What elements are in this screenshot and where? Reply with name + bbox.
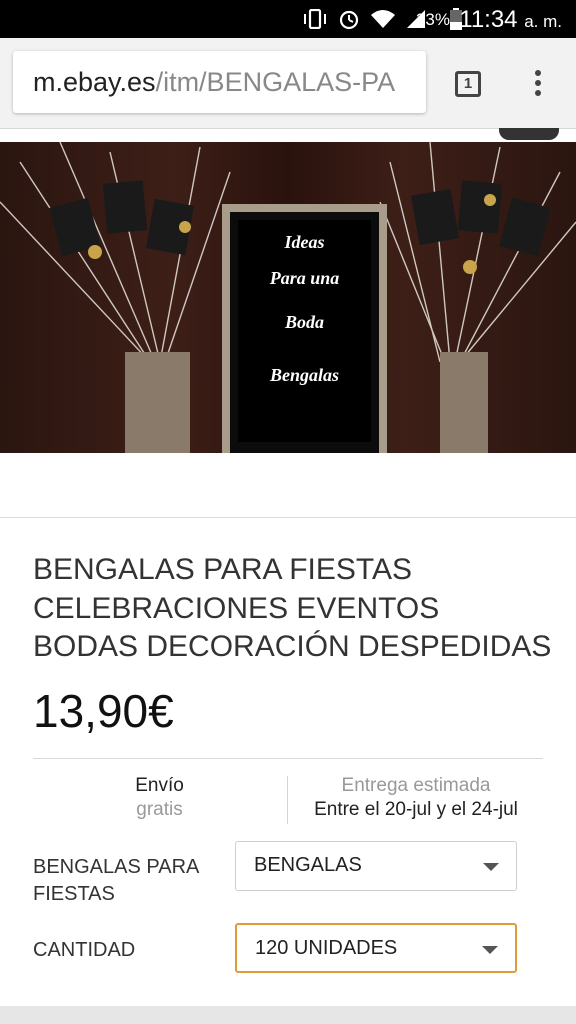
quantity-label: CANTIDAD	[33, 937, 135, 964]
status-icons	[302, 8, 426, 30]
section-divider	[0, 517, 576, 518]
url-text[interactable]: m.ebay.es/itm/BENGALAS-PA	[33, 67, 395, 98]
hero-line-1: Ideas	[284, 232, 325, 252]
quantity-select[interactable]: 120 UNIDADES	[235, 923, 517, 973]
chevron-down-icon	[483, 863, 499, 871]
hero-line-4: Bengalas	[269, 365, 339, 385]
tab-switcher-button[interactable]: 1	[455, 71, 481, 97]
quantity-selected-value: 120 UNIDADES	[255, 937, 398, 959]
hero-line-3: Boda	[284, 312, 324, 332]
clock: 11:34 a. m.	[459, 6, 562, 34]
shipping-value: gratis	[136, 799, 183, 820]
variant-select[interactable]: BENGALAS	[235, 841, 517, 891]
delivery-info: Entrega estimada Entre el 20-jul y el 24…	[288, 775, 544, 821]
chevron-down-icon	[482, 946, 498, 954]
variant-selected-value: BENGALAS	[254, 854, 362, 876]
status-bar: 33% 11:34 a. m.	[0, 0, 576, 38]
url-path: /itm/BENGALAS-PA	[155, 67, 396, 97]
image-gallery-tab	[499, 128, 559, 140]
product-price: 13,90€	[33, 685, 174, 737]
url-bar[interactable]: m.ebay.es/itm/BENGALAS-PA	[13, 51, 426, 113]
variant-label-line-2: FIESTAS	[33, 883, 115, 905]
shipping-info: Envío gratis	[33, 775, 286, 821]
quantity-label-line-1: CANTIDAD	[33, 939, 136, 961]
title-line-3: BODAS DECORACIÓN DESPEDIDAS	[33, 630, 552, 663]
shipping-label: Envío	[135, 775, 184, 796]
delivery-value: Entre el 20-jul y el 24-jul	[314, 799, 518, 820]
price-divider	[33, 758, 543, 759]
hero-line-2: Para una	[269, 268, 340, 288]
wifi-icon	[371, 10, 395, 28]
variant-label: BENGALAS PARA FIESTAS	[33, 854, 199, 908]
battery-percent: 33%	[415, 10, 450, 29]
overflow-menu-icon[interactable]	[528, 68, 548, 102]
delivery-label: Entrega estimada	[341, 775, 491, 796]
product-title: BENGALAS PARA FIESTAS CELEBRACIONES EVEN…	[33, 551, 553, 667]
clock-time: 11:34	[459, 6, 518, 33]
chalkboard-text: Ideas Para una Boda Bengalas	[238, 220, 371, 442]
product-image[interactable]: Ideas Para una Boda Bengalas	[0, 142, 576, 453]
url-host: m.ebay.es	[33, 67, 156, 97]
alarm-icon	[339, 10, 359, 30]
title-line-2: CELEBRACIONES EVENTOS	[33, 591, 440, 625]
title-line-1: BENGALAS PARA FIESTAS	[33, 553, 413, 586]
variant-label-line-1: BENGALAS PARA	[33, 856, 200, 878]
browser-toolbar: m.ebay.es/itm/BENGALAS-PA 1	[0, 38, 576, 129]
bottom-bar	[0, 1006, 576, 1024]
vibrate-icon	[304, 9, 326, 29]
clock-ampm: a. m.	[524, 12, 562, 31]
